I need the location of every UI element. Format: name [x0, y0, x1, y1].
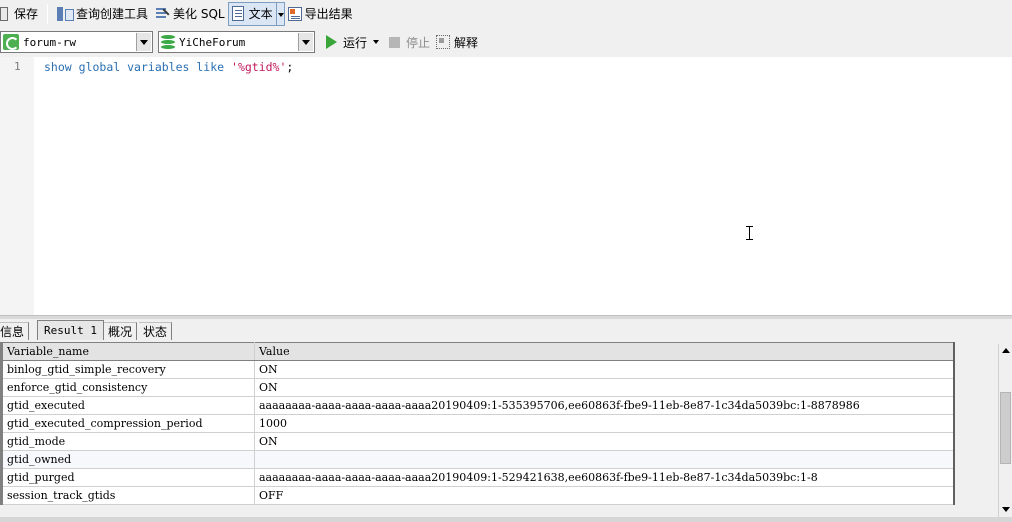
toolbar-separator	[47, 3, 49, 24]
explain-button[interactable]: 解释	[433, 31, 481, 53]
tab-info[interactable]: 信息	[0, 322, 30, 340]
bottom-status-strip	[0, 517, 1012, 522]
column-header-variable-name[interactable]: Variable_name	[0, 342, 255, 361]
text-mode-label: 文本	[248, 7, 273, 21]
save-button[interactable]: 保存	[0, 2, 41, 26]
text-mode-dropdown-arrow[interactable]	[275, 1, 285, 26]
connection-toolbar: forum-rw YiCheForum 运行 停止 解释	[0, 28, 1012, 56]
play-icon	[326, 35, 337, 49]
sql-string-literal: '%gtid%'	[231, 60, 287, 74]
beautify-icon	[154, 6, 170, 22]
sql-keyword: global	[78, 60, 121, 74]
cell-value[interactable]	[254, 450, 955, 469]
line-number: 1	[14, 60, 21, 73]
scroll-up-arrow-icon[interactable]	[999, 344, 1012, 358]
cell-variable-name[interactable]: gtid_owned	[0, 450, 255, 469]
stop-icon	[389, 36, 401, 48]
database-icon	[161, 34, 175, 50]
cell-variable-name[interactable]: enforce_gtid_consistency	[0, 378, 255, 397]
sql-keyword: show	[44, 60, 72, 74]
result-grid: Variable_name Value binlog_gtid_simple_r…	[0, 342, 998, 517]
scrollbar-thumb[interactable]	[1000, 392, 1011, 464]
cell-value[interactable]: 1000	[254, 414, 955, 433]
cell-variable-name[interactable]: gtid_executed_compression_period	[0, 414, 255, 433]
database-select[interactable]: YiCheForum	[158, 31, 315, 53]
result-table: Variable_name Value binlog_gtid_simple_r…	[0, 342, 955, 505]
run-label: 运行	[343, 35, 368, 50]
table-row[interactable]: gtid_executed_compression_period 1000	[0, 414, 955, 433]
cell-value[interactable]: ON	[254, 432, 955, 451]
header-row: Variable_name Value	[0, 342, 955, 361]
table-row[interactable]: gtid_purged aaaaaaaa-aaaa-aaaa-aaaa-aaaa2…	[0, 468, 955, 487]
cell-variable-name[interactable]: gtid_mode	[0, 432, 255, 451]
cell-value[interactable]: aaaaaaaa-aaaa-aaaa-aaaa-aaaa20190409:1-5…	[254, 396, 955, 415]
scroll-down-arrow-icon[interactable]	[999, 503, 1012, 517]
sql-query-window: 保存 查询创建工具 美化 SQL 文本 导出结果 forum-rw YiCheF…	[0, 0, 1012, 522]
results-vertical-scrollbar[interactable]	[998, 344, 1012, 517]
tab-profile[interactable]: 概况	[104, 322, 138, 340]
main-toolbar: 保存 查询创建工具 美化 SQL 文本 导出结果	[0, 0, 1012, 27]
cell-value[interactable]: aaaaaaaa-aaaa-aaaa-aaaa-aaaa20190409:1-5…	[254, 468, 955, 487]
cell-variable-name[interactable]: session_track_gtids	[0, 486, 255, 505]
text-mode-button[interactable]: 文本	[227, 1, 277, 26]
query-builder-icon	[57, 6, 75, 21]
result-tabs: 信息 Result 1 概况 状态	[0, 319, 1012, 340]
query-builder-button[interactable]: 查询创建工具	[54, 2, 151, 26]
chevron-down-icon[interactable]	[298, 33, 313, 51]
table-row[interactable]: enforce_gtid_consistency ON	[0, 378, 955, 397]
table-row[interactable]: session_track_gtids OFF	[0, 486, 955, 505]
sql-keyword: variables	[127, 60, 190, 74]
cell-variable-name[interactable]: gtid_executed	[0, 396, 255, 415]
column-header-value[interactable]: Value	[254, 342, 955, 361]
connection-icon	[3, 34, 19, 50]
cell-variable-name[interactable]: gtid_purged	[0, 468, 255, 487]
sql-editor[interactable]: 1 show global variables like '%gtid%';	[0, 57, 1012, 315]
beautify-label: 美化 SQL	[173, 7, 225, 21]
export-results-button[interactable]: 导出结果	[285, 2, 356, 26]
explain-label: 解释	[454, 35, 479, 50]
table-row[interactable]: gtid_owned	[0, 450, 955, 469]
sql-code-line[interactable]: show global variables like '%gtid%';	[44, 60, 293, 74]
cell-variable-name[interactable]: binlog_gtid_simple_recovery	[0, 360, 255, 379]
save-icon	[0, 6, 8, 21]
export-icon	[287, 6, 302, 21]
database-value: YiCheForum	[179, 35, 246, 49]
query-builder-label: 查询创建工具	[76, 7, 149, 21]
text-document-icon	[231, 6, 244, 21]
table-row[interactable]: gtid_mode ON	[0, 432, 955, 451]
connection-value: forum-rw	[23, 35, 76, 49]
cell-value[interactable]: OFF	[254, 486, 955, 505]
stop-button[interactable]: 停止	[386, 31, 433, 53]
save-label: 保存	[14, 7, 39, 21]
explain-icon	[436, 35, 451, 49]
tab-result-1[interactable]: Result 1	[37, 320, 104, 340]
export-label: 导出结果	[304, 7, 353, 21]
tab-status[interactable]: 状态	[139, 322, 173, 340]
run-button[interactable]: 运行	[323, 31, 382, 53]
table-row[interactable]: gtid_executed aaaaaaaa-aaaa-aaaa-aaaa-aaa…	[0, 396, 955, 415]
chevron-down-icon[interactable]	[136, 33, 151, 51]
stop-label: 停止	[406, 35, 431, 50]
mouse-ibeam-cursor-icon	[745, 226, 754, 240]
cell-value[interactable]: ON	[254, 360, 955, 379]
sql-keyword: like	[196, 60, 225, 74]
sql-terminator: ;	[286, 60, 294, 74]
line-number-gutter: 1	[0, 57, 34, 315]
table-row[interactable]: binlog_gtid_simple_recovery ON	[0, 360, 955, 379]
connection-select[interactable]: forum-rw	[0, 31, 153, 53]
beautify-sql-button[interactable]: 美化 SQL	[151, 2, 228, 26]
cell-value[interactable]: ON	[254, 378, 955, 397]
